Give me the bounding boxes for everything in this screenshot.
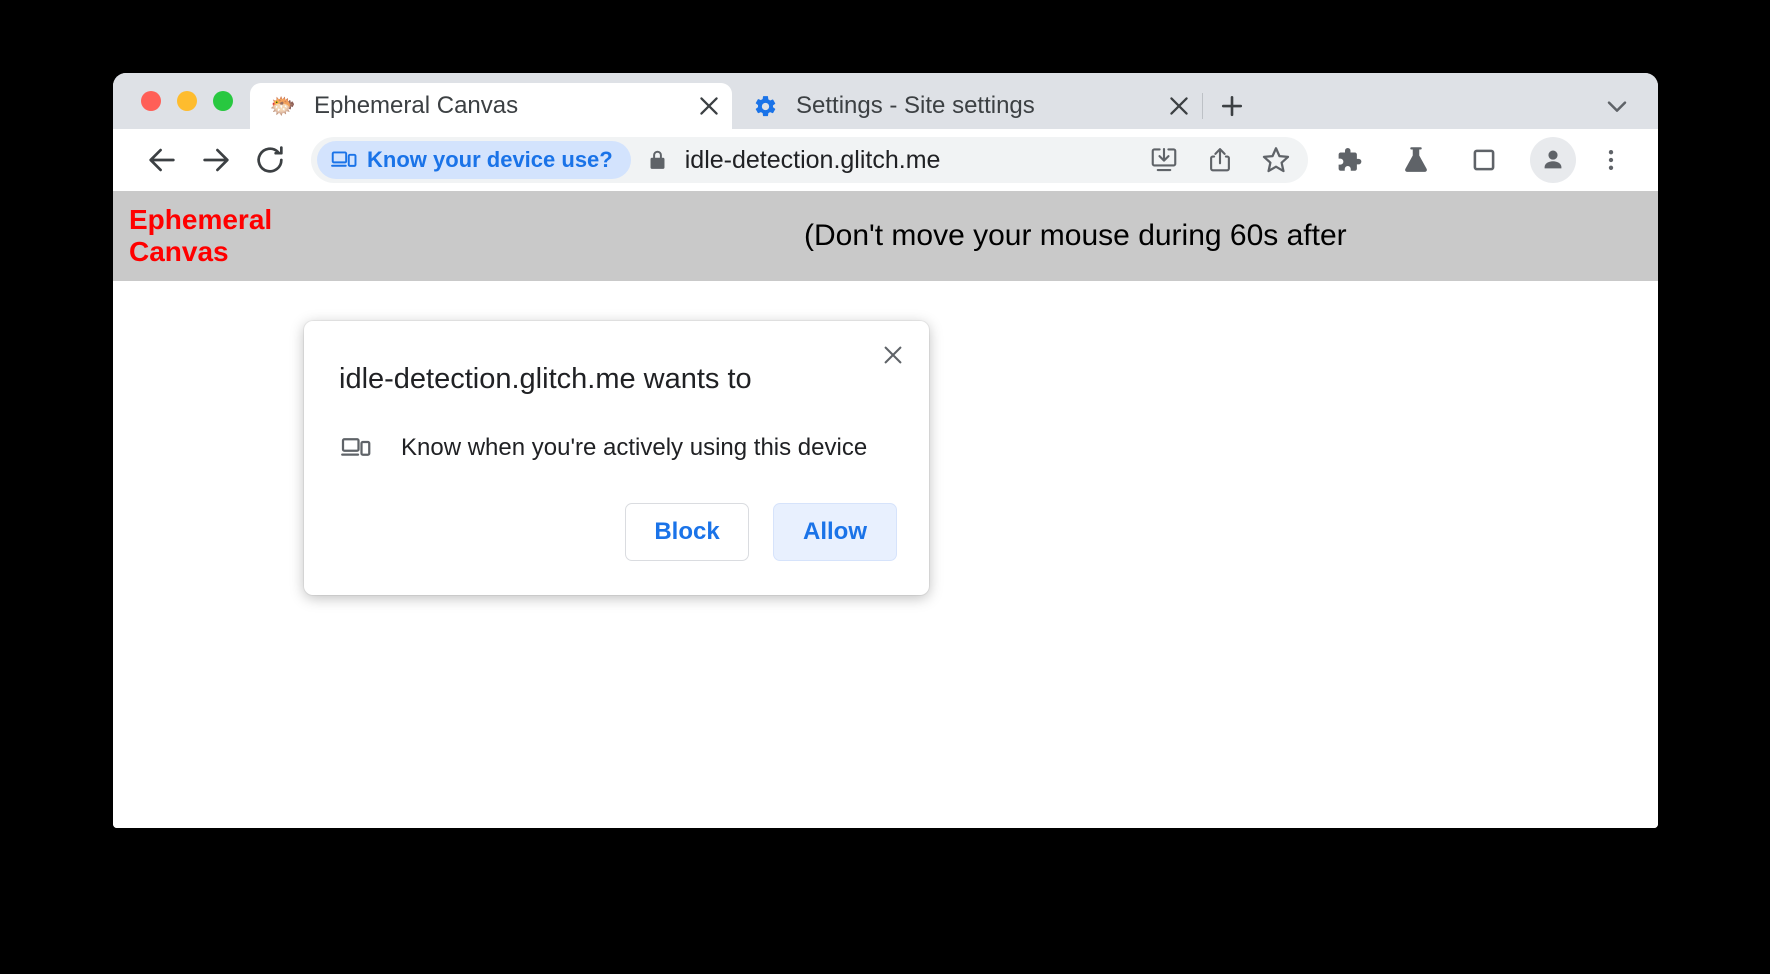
back-button[interactable]	[135, 133, 189, 187]
close-icon[interactable]	[873, 335, 913, 375]
lock-icon[interactable]	[631, 148, 685, 173]
tab-title: Settings - Site settings	[796, 92, 1035, 119]
share-icon[interactable]	[1192, 140, 1248, 180]
allow-button[interactable]: Allow	[773, 503, 897, 562]
page-instructions: (Don't move your mouse during 60s after	[804, 219, 1347, 252]
tab-close-icon[interactable]	[1156, 83, 1202, 129]
window-traffic-lights	[113, 73, 250, 129]
three-dot-menu-icon[interactable]	[1586, 136, 1636, 184]
permission-prompt-dialog: idle-detection.glitch.me wants to Know w…	[304, 321, 929, 596]
forward-button[interactable]	[189, 133, 243, 187]
browser-toolbar: Know your device use? idle-detection.gli…	[113, 129, 1658, 191]
pufferfish-favicon: 🐡	[269, 94, 297, 118]
page-header-band: Ephemeral Canvas (Don't move your mouse …	[113, 191, 1658, 281]
block-button[interactable]: Block	[625, 503, 749, 562]
side-panel-icon[interactable]	[1456, 136, 1512, 184]
url-text: idle-detection.glitch.me	[684, 145, 941, 174]
page-viewport: Ephemeral Canvas (Don't move your mouse …	[113, 191, 1658, 828]
chevron-down-icon[interactable]	[1584, 83, 1650, 129]
profile-avatar-icon[interactable]	[1530, 137, 1576, 183]
device-idle-icon	[339, 431, 373, 465]
tab-strip: 🐡 Ephemeral Canvas Settings - Site setti…	[113, 73, 1658, 129]
bookmark-star-icon[interactable]	[1248, 140, 1304, 180]
permission-request-row: Know when you're actively using this dev…	[304, 397, 929, 465]
browser-window: 🐡 Ephemeral Canvas Settings - Site setti…	[113, 73, 1658, 828]
reload-button[interactable]	[243, 133, 297, 187]
page-title: Ephemeral Canvas	[129, 203, 273, 267]
tab-title: Ephemeral Canvas	[314, 92, 519, 119]
window-zoom-button[interactable]	[213, 91, 233, 111]
permission-dialog-actions: Block Allow	[304, 465, 929, 595]
address-bar[interactable]: Know your device use? idle-detection.gli…	[311, 137, 1308, 183]
extensions-puzzle-icon[interactable]	[1320, 136, 1376, 184]
tab-settings-site-settings[interactable]: Settings - Site settings	[732, 83, 1202, 129]
permission-chip-label: Know your device use?	[367, 147, 613, 172]
permission-dialog-title: idle-detection.glitch.me wants to	[339, 363, 752, 395]
new-tab-button[interactable]	[1203, 83, 1261, 129]
device-idle-icon	[331, 147, 357, 173]
gear-favicon	[752, 93, 778, 119]
device-use-permission-chip[interactable]: Know your device use?	[317, 141, 631, 179]
install-desktop-icon[interactable]	[1136, 140, 1192, 180]
permission-description: Know when you're actively using this dev…	[401, 434, 868, 462]
experiments-flask-icon[interactable]	[1388, 136, 1444, 184]
window-minimize-button[interactable]	[177, 91, 197, 111]
window-close-button[interactable]	[141, 91, 161, 111]
tab-ephemeral-canvas[interactable]: 🐡 Ephemeral Canvas	[250, 83, 732, 129]
tab-close-icon[interactable]	[686, 83, 732, 129]
